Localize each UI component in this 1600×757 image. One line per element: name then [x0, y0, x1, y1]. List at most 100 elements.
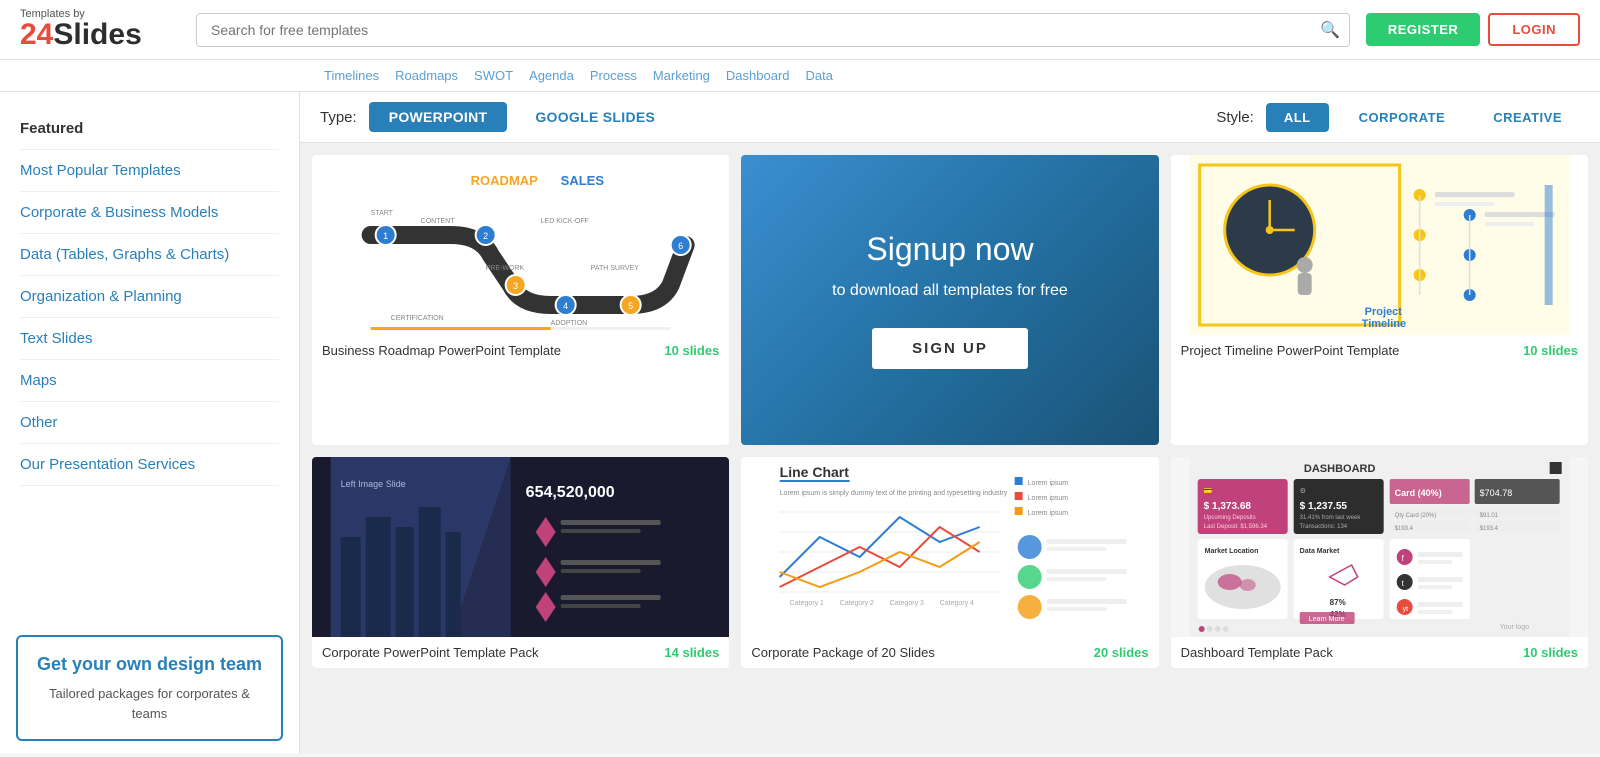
svg-text:Project: Project [1364, 306, 1402, 318]
login-button[interactable]: LOGIN [1488, 13, 1580, 46]
svg-text:Card (40%): Card (40%) [1394, 488, 1441, 498]
svg-text:6: 6 [678, 241, 683, 251]
card-slides-dashboard: 10 slides [1523, 645, 1578, 660]
svg-text:Category 1: Category 1 [790, 600, 824, 607]
svg-text:$704.78: $704.78 [1479, 488, 1512, 498]
card-footer-timeline: Project Timeline PowerPoint Template 10 … [1171, 335, 1588, 366]
svg-text:Market Location: Market Location [1204, 548, 1258, 555]
svg-text:Category 4: Category 4 [940, 600, 974, 607]
type-label: Type: [320, 109, 357, 126]
nav-tag-swot[interactable]: SWOT [470, 66, 517, 85]
signup-card[interactable]: Signup now to download all templates for… [741, 155, 1158, 445]
svg-text:PATH SURVEY: PATH SURVEY [591, 265, 640, 272]
type-btn-google-slides[interactable]: GOOGLE SLIDES [515, 102, 675, 132]
header-actions: REGISTER LOGIN [1366, 13, 1580, 46]
nav-tag-dashboard[interactable]: Dashboard [722, 66, 794, 85]
type-btn-powerpoint[interactable]: POWERPOINT [369, 102, 508, 132]
svg-text:Lorem ipsum: Lorem ipsum [1028, 510, 1069, 517]
svg-text:Transactions: 134: Transactions: 134 [1299, 524, 1347, 530]
svg-text:$193.4: $193.4 [1394, 526, 1413, 532]
nav-tag-marketing[interactable]: Marketing [649, 66, 714, 85]
svg-text:2: 2 [483, 231, 488, 241]
card-title-dashboard: Dashboard Template Pack [1181, 645, 1333, 660]
sidebar-item-text-slides[interactable]: Text Slides [20, 318, 279, 360]
search-button[interactable]: 🔍 [1320, 20, 1340, 40]
promo-title: Get your own design team [34, 653, 265, 676]
promo-box[interactable]: Get your own design team Tailored packag… [16, 635, 283, 741]
svg-text:31.41% from last week: 31.41% from last week [1299, 515, 1361, 521]
card-title-corporate: Corporate PowerPoint Template Pack [322, 645, 539, 660]
style-btn-creative[interactable]: CREATIVE [1475, 103, 1580, 132]
svg-text:Category 2: Category 2 [840, 600, 874, 607]
svg-text:yt: yt [1402, 606, 1408, 613]
signup-subtitle: to download all templates for free [832, 282, 1068, 300]
promo-subtitle: Tailored packages for corporates & teams [34, 684, 265, 723]
sidebar-item-organization[interactable]: Organization & Planning [20, 276, 279, 318]
nav-tag-roadmaps[interactable]: Roadmaps [391, 66, 462, 85]
card-slides-timeline: 10 slides [1523, 343, 1578, 358]
template-card-corporate[interactable]: Left Image Slide 654,520,000 [312, 457, 729, 668]
nav-tag-data[interactable]: Data [802, 66, 837, 85]
card-footer-corporate: Corporate PowerPoint Template Pack 14 sl… [312, 637, 729, 668]
svg-text:💳: 💳 [1203, 487, 1212, 495]
svg-text:Data Market: Data Market [1299, 548, 1339, 555]
template-card-timeline[interactable]: Project Timeline Project Timeline PowerP… [1171, 155, 1588, 445]
style-btn-corporate[interactable]: CORPORATE [1341, 103, 1464, 132]
svg-text:START: START [371, 210, 394, 217]
nav-tag-agenda[interactable]: Agenda [525, 66, 578, 85]
svg-text:$193.4: $193.4 [1479, 526, 1498, 532]
sidebar-item-presentation-services[interactable]: Our Presentation Services [20, 444, 279, 486]
card-title-roadmap: Business Roadmap PowerPoint Template [322, 343, 561, 358]
nav-tag-process[interactable]: Process [586, 66, 641, 85]
svg-text:DASHBOARD: DASHBOARD [1304, 463, 1376, 475]
svg-text:Learn More: Learn More [1308, 616, 1344, 623]
svg-text:CERTIFICATION: CERTIFICATION [391, 315, 444, 322]
sidebar-item-corporate-business[interactable]: Corporate & Business Models [20, 192, 279, 234]
logo-slides: Slides [53, 20, 141, 50]
svg-text:Lorem ipsum is simply dummy te: Lorem ipsum is simply dummy text of the … [780, 490, 1008, 497]
svg-text:LED KICK-OFF: LED KICK-OFF [541, 218, 589, 225]
svg-text:Qty Card (20%): Qty Card (20%) [1394, 513, 1436, 519]
card-image-dashboard: DASHBOARD 💳 $ 1,373.68 Upcoming Deposits… [1171, 457, 1588, 637]
svg-text:5: 5 [628, 301, 633, 311]
card-image-timeline: Project Timeline [1171, 155, 1588, 335]
nav-tag-timelines[interactable]: Timelines [320, 66, 383, 85]
card-image-linechart: Line Chart Lorem ipsum is simply dummy t… [741, 457, 1158, 637]
signup-button[interactable]: SIGN UP [872, 328, 1028, 369]
sidebar-item-featured[interactable]: Featured [20, 108, 279, 150]
svg-text:⚙: ⚙ [1299, 487, 1305, 495]
card-slides-corporate: 14 slides [664, 645, 719, 660]
style-btn-all[interactable]: ALL [1266, 103, 1329, 132]
svg-text:ROADMAP: ROADMAP [471, 173, 538, 188]
nav-tags: Timelines Roadmaps SWOT Agenda Process M… [0, 60, 1600, 92]
sidebar-item-most-popular[interactable]: Most Popular Templates [20, 150, 279, 192]
card-image-corporate: Left Image Slide 654,520,000 [312, 457, 729, 637]
card-slides-roadmap: 10 slides [664, 343, 719, 358]
register-button[interactable]: REGISTER [1366, 13, 1480, 46]
sidebar-item-data[interactable]: Data (Tables, Graphs & Charts) [20, 234, 279, 276]
filter-bar: Type: POWERPOINT GOOGLE SLIDES Style: AL… [300, 92, 1600, 143]
svg-text:87%: 87% [1329, 598, 1345, 607]
style-label: Style: [1216, 109, 1254, 126]
signup-title: Signup now [866, 231, 1033, 268]
search-bar: 🔍 [196, 13, 1350, 47]
sidebar-item-maps[interactable]: Maps [20, 360, 279, 402]
template-card-roadmap[interactable]: ROADMAP SALES 1 2 3 4 5 [312, 155, 729, 445]
svg-text:$ 1,237.55: $ 1,237.55 [1299, 501, 1347, 512]
card-title-linechart: Corporate Package of 20 Slides [751, 645, 935, 660]
card-slides-linechart: 20 slides [1094, 645, 1149, 660]
svg-text:Line Chart: Line Chart [780, 464, 850, 480]
svg-text:$91.01: $91.01 [1479, 513, 1498, 519]
template-card-linechart[interactable]: Line Chart Lorem ipsum is simply dummy t… [741, 457, 1158, 668]
sidebar: Featured Most Popular Templates Corporat… [0, 92, 300, 753]
sidebar-item-other[interactable]: Other [20, 402, 279, 444]
card-footer-roadmap: Business Roadmap PowerPoint Template 10 … [312, 335, 729, 366]
search-input[interactable] [196, 13, 1350, 47]
svg-text:Category 3: Category 3 [890, 600, 924, 607]
sidebar-nav: Featured Most Popular Templates Corporat… [0, 92, 299, 623]
content-area: Type: POWERPOINT GOOGLE SLIDES Style: AL… [300, 92, 1600, 753]
svg-text:$ 1,373.68: $ 1,373.68 [1203, 501, 1251, 512]
template-card-dashboard[interactable]: DASHBOARD 💳 $ 1,373.68 Upcoming Deposits… [1171, 457, 1588, 668]
main-layout: Featured Most Popular Templates Corporat… [0, 92, 1600, 753]
card-title-timeline: Project Timeline PowerPoint Template [1181, 343, 1400, 358]
